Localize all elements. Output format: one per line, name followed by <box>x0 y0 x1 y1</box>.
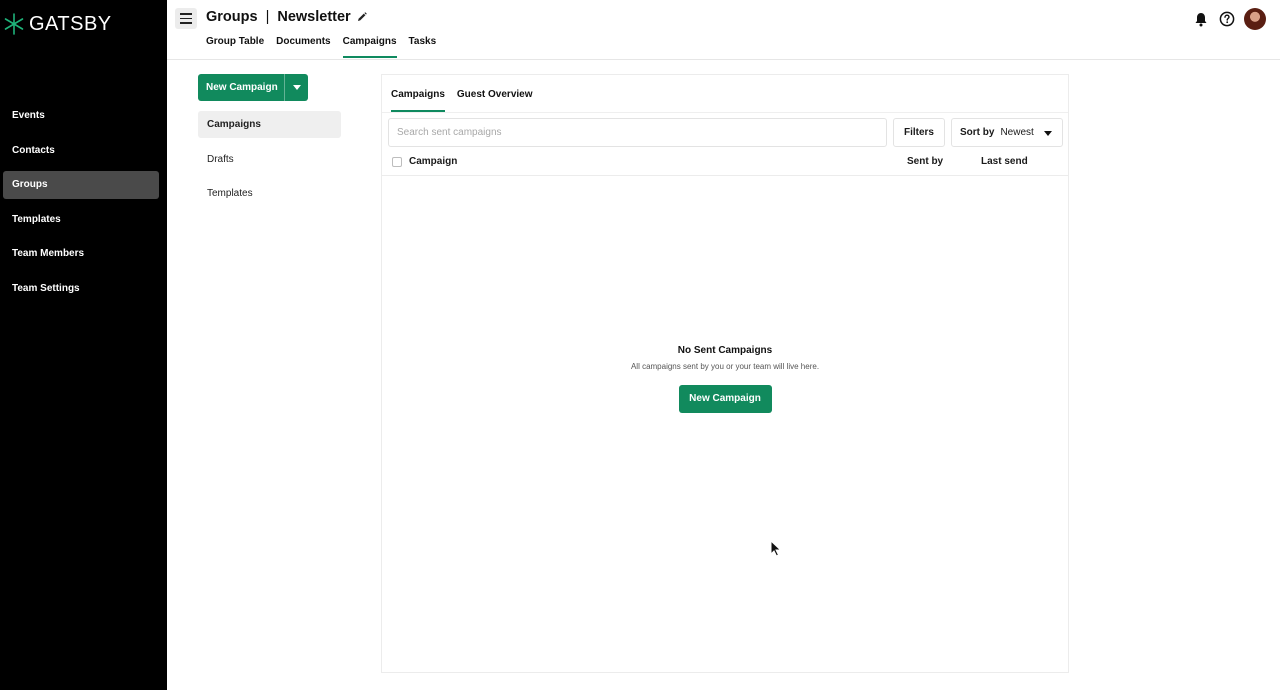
tab-tasks[interactable]: Tasks <box>409 35 437 58</box>
sidebar-item-events[interactable]: Events <box>3 102 159 130</box>
chevron-down-icon <box>1044 131 1052 136</box>
empty-state-title: No Sent Campaigns <box>677 345 773 356</box>
tab-campaigns[interactable]: Campaigns <box>342 35 397 58</box>
sidebar-item-contacts[interactable]: Contacts <box>3 137 159 165</box>
sort-value: Newest <box>1000 127 1034 138</box>
empty-new-campaign-button[interactable]: New Campaign <box>678 385 772 413</box>
tabs-divider <box>382 112 1068 113</box>
page-title: Groups | Newsletter <box>206 9 367 25</box>
page-header: Groups | Newsletter Group Table Document… <box>167 0 1280 60</box>
tab-sent-campaigns[interactable]: Campaigns <box>391 75 445 112</box>
sidebar-item-team-settings[interactable]: Team Settings <box>3 275 159 303</box>
search-input[interactable] <box>388 118 887 147</box>
header-actions <box>1192 8 1266 30</box>
sidebar-item-templates[interactable]: Templates <box>3 206 159 234</box>
empty-state: No Sent Campaigns All campaigns sent by … <box>382 345 1068 413</box>
help-icon[interactable] <box>1218 10 1236 28</box>
panel-tabs: Campaigns Guest Overview <box>391 75 545 112</box>
chevron-down-icon[interactable] <box>284 74 308 101</box>
table-header: Campaign Sent by Last send <box>382 148 1068 176</box>
subnav-item-drafts[interactable]: Drafts <box>198 146 341 173</box>
group-tabs: Group Table Documents Campaigns Tasks <box>206 35 448 59</box>
sidebar: GATSBY Events Contacts Groups Templates … <box>0 0 167 690</box>
column-last-send[interactable]: Last send <box>981 156 1028 167</box>
avatar[interactable] <box>1244 8 1266 30</box>
tab-group-table[interactable]: Group Table <box>206 35 264 58</box>
subnav-item-campaigns[interactable]: Campaigns <box>198 111 341 138</box>
menu-icon[interactable] <box>175 8 197 29</box>
sidebar-nav: Events Contacts Groups Templates Team Me… <box>0 102 167 309</box>
brand-logo[interactable]: GATSBY <box>2 12 112 36</box>
new-campaign-button[interactable]: New Campaign <box>198 74 284 101</box>
breadcrumb-separator: | <box>265 9 270 25</box>
sidebar-item-groups[interactable]: Groups <box>3 171 159 199</box>
mouse-cursor-icon <box>770 540 782 557</box>
column-campaign[interactable]: Campaign <box>409 156 457 167</box>
tab-documents[interactable]: Documents <box>276 35 330 58</box>
subnav-item-templates[interactable]: Templates <box>198 180 341 207</box>
sort-dropdown[interactable]: Sort by Newest <box>951 118 1063 147</box>
campaigns-subnav: Campaigns Drafts Templates <box>198 111 341 215</box>
group-title: Newsletter <box>277 9 351 25</box>
select-all-checkbox[interactable] <box>392 157 402 167</box>
pencil-icon[interactable] <box>357 12 367 22</box>
tab-guest-overview[interactable]: Guest Overview <box>457 75 533 112</box>
campaigns-panel: Campaigns Guest Overview Filters Sort by… <box>381 74 1069 673</box>
gatsby-star-icon <box>4 13 24 35</box>
column-sent-by[interactable]: Sent by <box>907 156 943 167</box>
breadcrumb-section[interactable]: Groups <box>206 9 258 25</box>
sidebar-item-team-members[interactable]: Team Members <box>3 240 159 268</box>
new-campaign-split-button: New Campaign <box>198 74 308 101</box>
filters-button[interactable]: Filters <box>893 118 945 147</box>
empty-state-subtitle: All campaigns sent by you or your team w… <box>630 362 820 371</box>
brand-name: GATSBY <box>29 12 112 35</box>
sort-label: Sort by <box>960 127 995 138</box>
bell-icon[interactable] <box>1192 10 1210 28</box>
